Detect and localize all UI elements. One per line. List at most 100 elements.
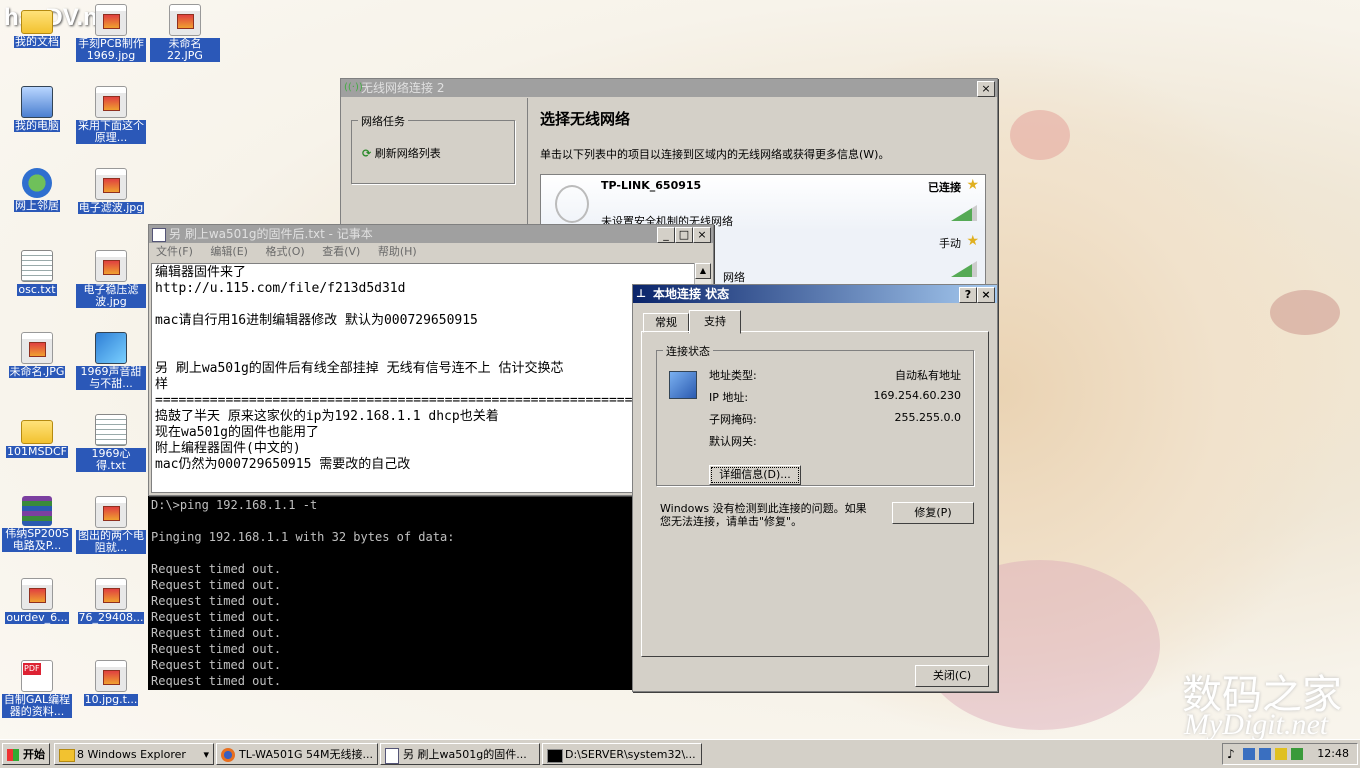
desktop-icon-label: 电子稳压滤波.jpg xyxy=(76,284,146,308)
desktop-icon[interactable]: 76_29408... xyxy=(76,578,146,624)
image-file-icon xyxy=(21,332,53,364)
network-tray-icon[interactable] xyxy=(1259,748,1271,760)
close-icon[interactable]: × xyxy=(693,227,711,243)
menu-help[interactable]: 帮助(H) xyxy=(378,245,417,258)
network-icon xyxy=(22,168,52,198)
desktop-icon[interactable]: 我的电脑 xyxy=(2,86,72,132)
taskbar-item-notepad[interactable]: 另 刷上wa501g的固件... xyxy=(380,743,540,765)
computer-icon xyxy=(21,86,53,118)
image-file-icon xyxy=(21,578,53,610)
notepad-text-area[interactable]: 编辑器固件来了 http://u.115.com/file/f213d5d31d… xyxy=(151,263,695,493)
repair-button[interactable]: 修复(P) xyxy=(892,502,974,524)
desktop-icon-label: 1969声音甜与不甜... xyxy=(76,366,146,390)
status-title: 本地连接 状态 xyxy=(653,287,730,301)
refresh-icon: ⟳ xyxy=(362,147,372,160)
desktop-icon-label: 采用下面这个原理... xyxy=(76,119,146,144)
desktop-icon[interactable]: 网上邻居 xyxy=(2,168,72,212)
speaker-icon[interactable]: ♪ xyxy=(1227,747,1235,761)
start-button[interactable]: 开始 xyxy=(2,743,50,765)
rar-archive-icon xyxy=(22,496,52,526)
signal-strength-icon xyxy=(951,205,977,221)
desktop-icon[interactable]: 10.jpg.t... xyxy=(76,660,146,706)
shield-icon[interactable] xyxy=(1291,748,1303,760)
start-label: 开始 xyxy=(23,748,45,761)
desktop-icon-label: 网上邻居 xyxy=(14,199,60,212)
desktop-icon[interactable]: 1969声音甜与不甜... xyxy=(76,332,146,390)
connection-status-group: 连接状态 地址类型: 自动私有地址 IP 地址: 169.254.60.230 子网掩码… xyxy=(656,343,974,486)
image-file-icon xyxy=(169,4,201,36)
desktop-icon[interactable]: 未命名.JPG xyxy=(2,332,72,378)
taskbar-item-explorer[interactable]: 8 Windows Explorer ▾ xyxy=(54,743,214,765)
menu-edit[interactable]: 编辑(E) xyxy=(210,245,248,258)
status-row-value: 自动私有地址 xyxy=(895,369,961,382)
desktop-icon[interactable]: osc.txt xyxy=(2,250,72,296)
desktop-icon[interactable]: 1969心得.txt xyxy=(76,414,146,472)
connection-icon: ⊥ xyxy=(636,287,647,300)
image-file-icon xyxy=(95,168,127,200)
network-status: 已连接 xyxy=(928,181,961,194)
notepad-titlebar[interactable]: 另 刷上wa501g的固件后.txt - 记事本 _ □ × xyxy=(149,225,713,243)
minimize-icon[interactable]: _ xyxy=(657,227,675,243)
menu-file[interactable]: 文件(F) xyxy=(156,245,193,258)
desktop-icon[interactable]: 未命名22.JPG xyxy=(150,4,220,62)
desktop-icon[interactable]: 图出的两个电阻就... xyxy=(76,496,146,554)
image-file-icon xyxy=(95,578,127,610)
notepad-title: 另 刷上wa501g的固件后.txt - 记事本 xyxy=(169,227,373,241)
scroll-up-icon[interactable]: ▲ xyxy=(695,263,711,279)
menu-format[interactable]: 格式(O) xyxy=(265,245,304,258)
maximize-icon[interactable]: □ xyxy=(675,227,693,243)
desktop-icon[interactable]: 101MSDCF xyxy=(2,414,72,458)
taskbar-item-cmd[interactable]: D:\SERVER\system32\... xyxy=(542,743,702,765)
desktop-icon[interactable]: 电子稳压滤波.jpg xyxy=(76,250,146,308)
tab-support[interactable]: 支持 xyxy=(689,310,741,334)
desktop-icon[interactable]: 自制GAL编程器的资料... xyxy=(2,660,72,718)
image-file-icon xyxy=(95,496,127,528)
desktop-icon-label: 伟纳SP200S电路及P... xyxy=(2,528,72,552)
status-row-label: 地址类型: xyxy=(709,369,757,382)
desktop-icon-label: 76_29408... xyxy=(77,611,145,624)
cmd-output[interactable]: D:\>ping 192.168.1.1 -t Pinging 192.168.… xyxy=(148,496,632,690)
details-button[interactable]: 详细信息(D)... xyxy=(709,465,801,485)
task-group-title: 网络任务 xyxy=(358,113,408,129)
desktop-icon[interactable]: ourdev_6... xyxy=(2,578,72,624)
image-file-icon xyxy=(95,4,127,36)
status-message: Windows 没有检测到此连接的问题。如果 您无法连接，请单击"修复"。 xyxy=(660,502,867,528)
desktop-icon-label: 自制GAL编程器的资料... xyxy=(2,693,72,718)
desktop-icon[interactable]: 伟纳SP200S电路及P... xyxy=(2,496,72,552)
pdf-file-icon xyxy=(21,660,53,692)
text-file-icon xyxy=(95,414,127,446)
dropdown-arrow-icon: ▾ xyxy=(203,748,209,761)
close-icon[interactable]: × xyxy=(977,81,995,97)
network-ssid: TP-LINK_650915 xyxy=(601,179,702,192)
text-file-icon xyxy=(21,250,53,282)
system-tray: ♪ 12:48 xyxy=(1222,743,1358,765)
network-status: 手动 xyxy=(939,237,961,250)
document-icon xyxy=(95,332,127,364)
signal-strength-icon xyxy=(951,261,977,277)
network-tray-icon[interactable] xyxy=(1243,748,1255,760)
chat-icon[interactable] xyxy=(1275,748,1287,760)
tab-general[interactable]: 常规 xyxy=(643,313,689,333)
close-button[interactable]: 关闭(C) xyxy=(915,665,989,687)
close-icon[interactable]: × xyxy=(977,287,995,303)
menu-view[interactable]: 查看(V) xyxy=(322,245,360,258)
desktop-icon[interactable]: 采用下面这个原理... xyxy=(76,86,146,144)
refresh-label: 刷新网络列表 xyxy=(374,147,441,160)
clock[interactable]: 12:48 xyxy=(1317,747,1349,760)
refresh-network-list[interactable]: ⟳ 刷新网络列表 xyxy=(362,145,441,161)
desktop-icon-label: 我的电脑 xyxy=(14,119,60,132)
status-row-label: IP 地址: xyxy=(709,391,749,404)
status-titlebar[interactable]: ⊥ 本地连接 状态 ? × xyxy=(633,285,997,303)
notepad-menubar: 文件(F) 编辑(E) 格式(O) 查看(V) 帮助(H) xyxy=(149,243,713,261)
desktop-icon[interactable]: 我的文档 xyxy=(2,4,72,48)
wireless-description: 单击以下列表中的项目以连接到区域内的无线网络或获得更多信息(W)。 xyxy=(540,148,890,161)
desktop-icon-label: ourdev_6... xyxy=(5,611,69,624)
wireless-titlebar[interactable]: ((·)) 无线网络连接 2 × xyxy=(341,79,997,97)
taskbar-item-firefox[interactable]: TL-WA501G 54M无线接... xyxy=(216,743,378,765)
desktop-icon[interactable]: 手刻PCB制作1969.jpg xyxy=(76,4,146,62)
network-item[interactable]: TP-LINK_650915 已连接 ★ 未设置安全机制的无线网络 xyxy=(541,175,985,231)
desktop-icon-label: 1969心得.txt xyxy=(76,448,146,472)
desktop-icon-label: 10.jpg.t... xyxy=(83,693,139,706)
help-icon[interactable]: ? xyxy=(959,287,977,303)
desktop-icon[interactable]: 电子滤波.jpg xyxy=(76,168,146,214)
